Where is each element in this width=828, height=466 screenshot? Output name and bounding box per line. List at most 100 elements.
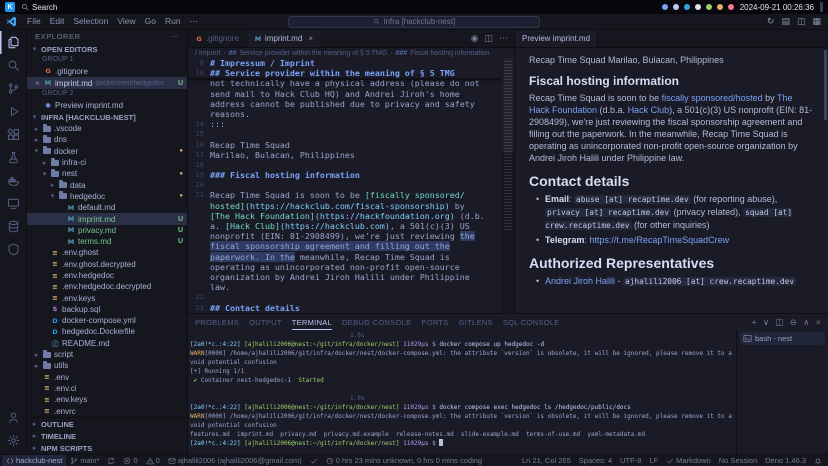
tree-item-README.md[interactable]: ⓘREADME.md [27, 338, 187, 349]
code-line[interactable]: not technically have a physical address … [188, 78, 502, 88]
breadcrumb-item[interactable]: Fiscal hosting information [410, 50, 489, 57]
kill-terminal-icon[interactable]: ⊖ [790, 317, 797, 328]
app-launcher-icon[interactable]: K [5, 2, 15, 12]
status-warnings[interactable]: 0 [142, 455, 164, 466]
panel-tab-problems[interactable]: PROBLEMS [195, 314, 239, 330]
tray-clipboard-icon[interactable] [673, 4, 679, 10]
activity-extensions[interactable] [0, 123, 26, 146]
tree-item-docker-compose.yml[interactable]: Ddocker-compose.yml [27, 315, 187, 326]
peek-desktop-icon[interactable] [820, 2, 823, 12]
open-preview-icon[interactable]: ◉ [471, 33, 479, 44]
tree-item-infra-ci[interactable]: ▸infra-ci [27, 157, 187, 168]
tree-item-.env.keys[interactable]: ≡.env.keys [27, 394, 187, 405]
panel-tab-gitlens[interactable]: GITLENS [459, 314, 493, 330]
code-line[interactable]: 17Marilao, Bulacan, Philippines [188, 150, 502, 160]
tree-item-utils[interactable]: ▸utils [27, 360, 187, 371]
code-line[interactable]: 23## Contact details [188, 303, 502, 313]
activity-gitlens[interactable] [0, 238, 26, 261]
code-line[interactable]: 21Recap Time Squad is soon to be [fiscal… [188, 190, 502, 200]
code-line[interactable]: 16Recap Time Squad [188, 140, 502, 150]
code-line[interactable]: law. [188, 282, 502, 292]
status-format-ok[interactable] [306, 455, 322, 466]
tree-item-.env.ghost[interactable]: ≡.env.ghost [27, 247, 187, 258]
tree-item-terms.md[interactable]: Mterms.mdU [27, 236, 187, 247]
panel-tab-ports[interactable]: PORTS [421, 314, 448, 330]
menu-run[interactable]: Run [161, 15, 185, 28]
code-line[interactable]: paperwork. In the meanwhile, Recap Time … [188, 252, 502, 262]
workspace-root-header[interactable]: ▾ INFRA [HACKCLUB-NEST] [27, 111, 187, 123]
code-line[interactable]: 22 [188, 292, 502, 302]
code-line[interactable]: 18 [188, 160, 502, 170]
status-eol[interactable]: LF [645, 455, 662, 466]
terminal-profile-dropdown-icon[interactable]: ∨ [763, 317, 770, 328]
reload-window-icon[interactable]: ↻ [767, 16, 775, 27]
status-notifications[interactable] [810, 455, 826, 466]
status-errors[interactable]: 0 [119, 455, 141, 466]
tree-item-hedgedoc[interactable]: ▾hedgedoc● [27, 191, 187, 202]
status-cursor-position[interactable]: Ln 21, Col 265 [518, 455, 575, 466]
editor-tab-imprint.md[interactable]: Mimprint.md× [247, 30, 322, 47]
terminal-session-item[interactable]: bash - nest [740, 332, 825, 345]
more-actions-icon[interactable]: ⋯ [499, 33, 508, 44]
code-line[interactable]: address cannot be published due to priva… [188, 99, 502, 109]
menu-go[interactable]: Go [141, 15, 160, 28]
code-line[interactable]: send mail to Hack Club HQ) and Andrei Ji… [188, 89, 502, 99]
panel-tab-sql-console[interactable]: SQL CONSOLE [503, 314, 560, 330]
status-account-email[interactable]: ajhalili2006 (ajhalili2006@gmail.com) [164, 455, 306, 466]
tree-item-data[interactable]: ▸data [27, 179, 187, 190]
sticky-line[interactable]: 8# Impressum / Imprint [188, 58, 502, 68]
status-language-mode[interactable]: Markdown [662, 455, 715, 466]
open-editor-item[interactable]: ×Mimprint.mddocker/nest/hedgedocU [27, 77, 187, 89]
status-session[interactable]: No Session [715, 455, 761, 466]
status-git-branch[interactable]: main* [66, 455, 103, 466]
activity-explorer[interactable] [0, 31, 26, 54]
panel-tab-terminal[interactable]: TERMINAL [292, 314, 332, 330]
tree-item-docker[interactable]: ▾docker● [27, 146, 187, 157]
tree-item-.env.hedgedoc[interactable]: ≡.env.hedgedoc [27, 270, 187, 281]
preview-link[interactable]: Andrei Jiroh Halili [545, 276, 615, 286]
command-center-search[interactable]: infra [hackclub-nest] [288, 16, 540, 28]
preview-link[interactable]: https://t.me/RecapTimeSquadCrew [589, 235, 729, 245]
open-editor-item[interactable]: G.gitignore [27, 65, 187, 77]
tree-item-dns[interactable]: ▸dns [27, 134, 187, 145]
tree-item-hedgedoc.Dockerfile[interactable]: Dhedgedoc.Dockerfile [27, 326, 187, 337]
status-remote-indicator[interactable]: hackclub-nest [2, 455, 66, 466]
split-editor-icon[interactable]: ◫ [797, 16, 806, 27]
tray-display-icon[interactable] [662, 4, 668, 10]
close-icon[interactable]: × [307, 34, 314, 43]
code-line[interactable]: 14::: [188, 119, 502, 129]
code-line[interactable]: 15 [188, 129, 502, 139]
close-panel-icon[interactable]: × [816, 317, 821, 327]
close-icon[interactable]: × [34, 79, 41, 88]
code-line[interactable]: operating as unincorporated non-profit o… [188, 262, 502, 272]
editor-tab-.gitignore[interactable]: G.gitignore [188, 30, 247, 47]
activity-database[interactable] [0, 215, 26, 238]
tree-item-.env.ghost.decrypted[interactable]: ≡.env.ghost.decrypted [27, 259, 187, 270]
activity-testing[interactable] [0, 146, 26, 169]
code-line[interactable]: a. [Hack Club](https://hackclub.com), a … [188, 221, 502, 231]
tree-item-.env.ci[interactable]: ≡.env.ci [27, 383, 187, 394]
split-terminal-icon[interactable]: ◫ [775, 317, 783, 328]
tray-telegram-icon[interactable] [684, 4, 690, 10]
tree-item-imprint.md[interactable]: Mimprint.mdU [27, 213, 187, 224]
customize-layout-icon[interactable]: ▦ [812, 16, 821, 27]
menu-selection[interactable]: Selection [69, 15, 112, 28]
breadcrumb-item[interactable]: / Imprint [195, 50, 220, 57]
tray-battery-icon[interactable] [717, 4, 723, 10]
tree-item-.env[interactable]: ≡.env [27, 372, 187, 383]
code-line[interactable]: nonprofit (EIN: 81-2908499), we're just … [188, 231, 502, 241]
menu-view[interactable]: View [113, 15, 139, 28]
section-header-npm-scripts[interactable]: ▸NPM SCRIPTS [27, 442, 187, 454]
tree-item-.env.keys[interactable]: ≡.env.keys [27, 292, 187, 303]
sticky-line[interactable]: 10## Service provider within the meaning… [188, 68, 502, 78]
preview-tab[interactable]: Preview imprint.md [515, 30, 598, 47]
open-editor-item[interactable]: ◉Preview imprint.md [27, 99, 187, 111]
activity-docker[interactable] [0, 169, 26, 192]
activity-run-debug[interactable] [0, 100, 26, 123]
code-editor[interactable]: 8# Impressum / Imprint10## Service provi… [188, 58, 514, 313]
terminal[interactable]: 1.0s[2a0!*c.:4:22] [ajhalili2006@nest:~/… [188, 330, 736, 454]
section-header-outline[interactable]: ▸OUTLINE [27, 418, 187, 430]
status-git-sync[interactable] [103, 455, 119, 466]
activity-source-control[interactable] [0, 77, 26, 100]
panel-tab-output[interactable]: OUTPUT [249, 314, 282, 330]
